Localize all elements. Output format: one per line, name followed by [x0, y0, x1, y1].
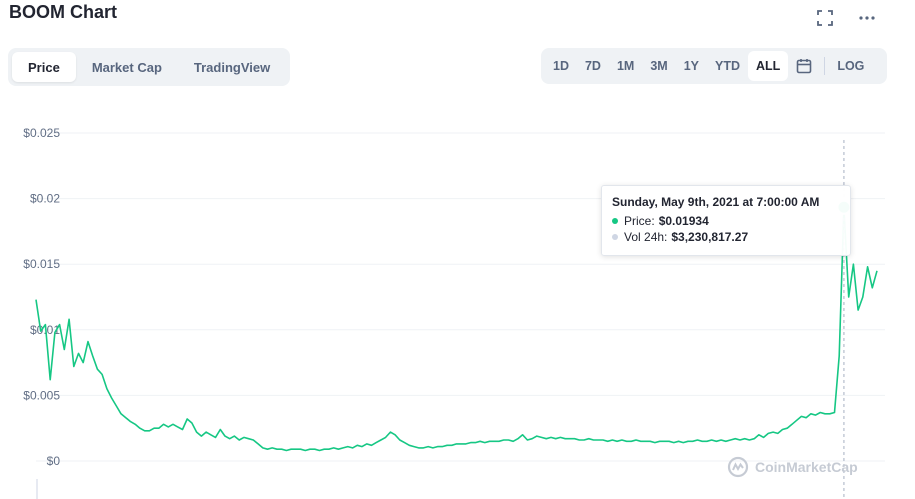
y-tick-label: $0.025 [23, 126, 60, 140]
more-icon[interactable] [857, 8, 877, 28]
range-divider [824, 57, 826, 75]
calendar-icon[interactable] [788, 51, 820, 81]
volume-dot-icon [612, 234, 618, 240]
tab-tradingview[interactable]: TradingView [178, 52, 286, 82]
coinmarketcap-watermark: CoinMarketCap [727, 456, 858, 478]
tooltip-volume-row: Vol 24h: $3,230,817.27 [612, 229, 840, 245]
chart-type-tabs: Price Market Cap TradingView [8, 48, 291, 86]
price-dot-icon [612, 218, 618, 224]
price-chart[interactable]: $0$0.005$0.01$0.015$0.02$0.025 [0, 120, 915, 499]
range-7d-button[interactable]: 7D [577, 51, 609, 81]
price-tooltip: Sunday, May 9th, 2021 at 7:00:00 AM Pric… [601, 185, 851, 256]
range-1d-button[interactable]: 1D [545, 51, 577, 81]
y-tick-label: $0 [47, 454, 61, 468]
y-tick-label: $0.015 [23, 257, 60, 271]
log-scale-toggle[interactable]: LOG [829, 51, 872, 81]
y-tick-label: $0.02 [30, 192, 60, 206]
tooltip-price-label: Price: [624, 214, 655, 228]
range-3m-button[interactable]: 3M [642, 51, 675, 81]
tooltip-volume-label: Vol 24h: [624, 230, 668, 244]
range-1y-button[interactable]: 1Y [676, 51, 707, 81]
tab-price[interactable]: Price [12, 52, 76, 82]
fullscreen-icon[interactable] [815, 8, 835, 28]
range-all-button[interactable]: ALL [748, 51, 789, 81]
coinmarketcap-logo-icon [727, 456, 749, 478]
range-1m-button[interactable]: 1M [609, 51, 642, 81]
tooltip-price-value: $0.01934 [658, 214, 709, 228]
watermark-text: CoinMarketCap [755, 459, 858, 475]
header-actions [815, 8, 877, 28]
tooltip-volume-value: $3,230,817.27 [671, 230, 749, 244]
tab-market-cap[interactable]: Market Cap [76, 52, 178, 82]
y-tick-label: $0.005 [23, 388, 60, 402]
tooltip-date: Sunday, May 9th, 2021 at 7:00:00 AM [612, 195, 820, 209]
range-ytd-button[interactable]: YTD [707, 51, 748, 81]
chart-title: BOOM Chart [9, 2, 117, 22]
time-range-selector: 1D 7D 1M 3M 1Y YTD ALL LOG [541, 48, 887, 84]
tooltip-price-row: Price: $0.01934 [612, 213, 840, 229]
